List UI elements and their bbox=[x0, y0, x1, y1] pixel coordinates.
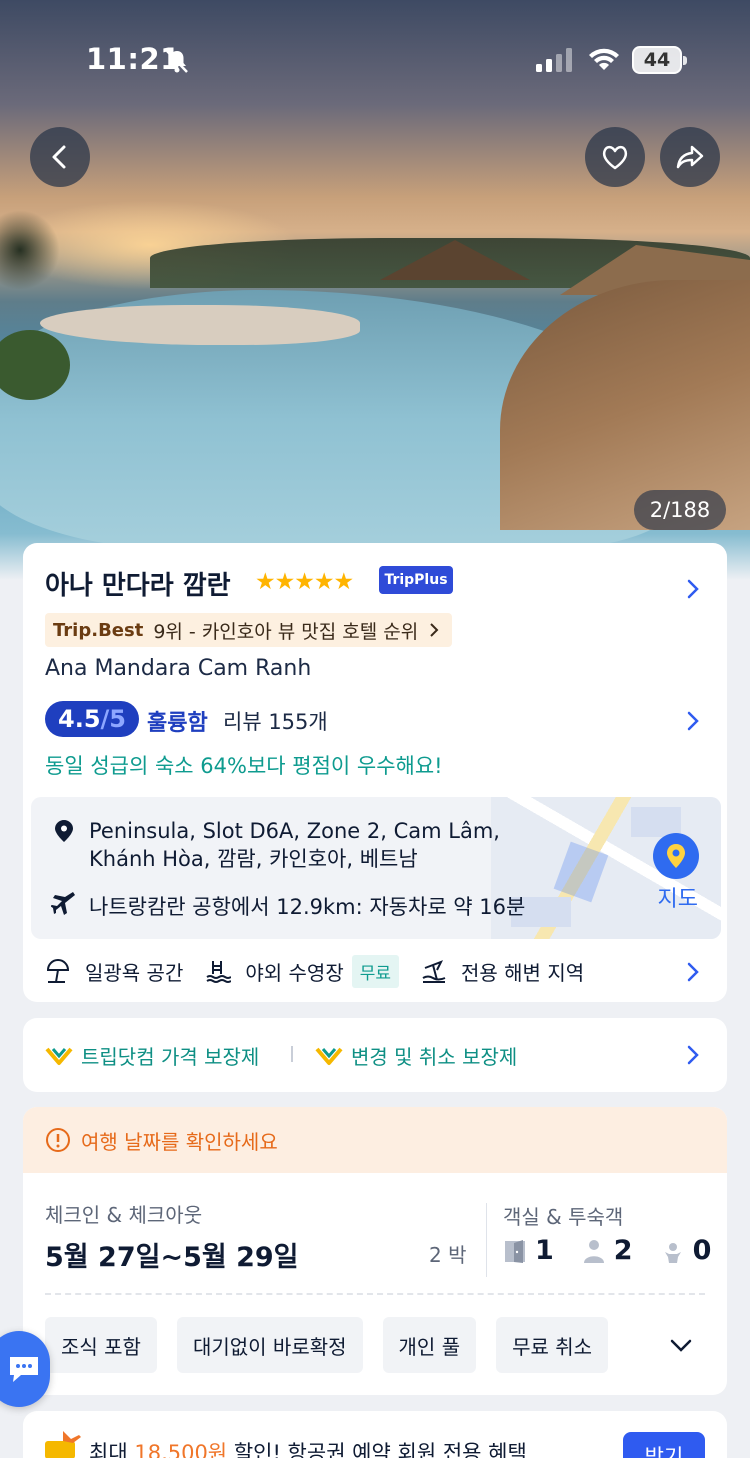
filter-chips: 조식 포함 대기없이 바로확정 개인 풀 무료 취소 bbox=[45, 1317, 628, 1373]
child-icon bbox=[664, 1242, 681, 1263]
children-value: 0 bbox=[692, 1235, 712, 1266]
rating-max: /5 bbox=[100, 705, 126, 733]
alert-circle-icon bbox=[46, 1128, 70, 1152]
amenity-label: 전용 해변 지역 bbox=[461, 960, 585, 985]
heart-icon bbox=[602, 145, 628, 170]
filter-chip[interactable]: 조식 포함 bbox=[45, 1317, 157, 1373]
filter-chip[interactable]: 개인 풀 bbox=[382, 1317, 477, 1373]
adults-count: 2 bbox=[582, 1235, 633, 1266]
divider bbox=[291, 1046, 293, 1062]
nights-count: 2 박 bbox=[429, 1243, 467, 1267]
heart-check-icon bbox=[315, 1047, 343, 1065]
location-pin-icon bbox=[667, 844, 685, 868]
booking-card: 여행 날짜를 확인하세요 체크인 & 체크아웃 5월 27일~5월 29일 2 … bbox=[23, 1107, 727, 1395]
price-guarantee-label: 트립닷컴 가격 보장제 bbox=[81, 1045, 260, 1069]
hotel-address: Peninsula, Slot D6A, Zone 2, Cam Lâm, Kh… bbox=[89, 819, 500, 871]
rating-score[interactable]: 4.5/5 bbox=[45, 701, 139, 737]
bell-muted-icon bbox=[166, 50, 188, 73]
date-selector[interactable]: 5월 27일~5월 29일 bbox=[45, 1235, 299, 1274]
plane-coupon-icon bbox=[45, 1431, 81, 1458]
hotel-english-name: Ana Mandara Cam Ranh bbox=[45, 656, 312, 681]
chevron-right-icon[interactable] bbox=[685, 709, 701, 733]
palm-tree bbox=[0, 210, 60, 290]
checkin-label: 체크인 & 체크아웃 bbox=[45, 1203, 203, 1227]
divider bbox=[45, 1293, 705, 1295]
promo-text: 최대 18,500원 할인! 항공권 예약 회원 전용 혜택 bbox=[89, 1437, 527, 1458]
filter-chip[interactable]: 무료 취소 bbox=[496, 1317, 609, 1373]
umbrella-icon bbox=[46, 959, 70, 983]
rating-label: 훌륭함 bbox=[147, 711, 208, 736]
guest-selector[interactable]: 1 2 0 bbox=[503, 1235, 727, 1266]
chevron-right-icon bbox=[430, 623, 439, 637]
warning-text: 여행 날짜를 확인하세요 bbox=[81, 1129, 278, 1154]
get-coupon-button[interactable]: 받기 bbox=[623, 1432, 705, 1458]
cancel-guarantee-label: 변경 및 취소 보장제 bbox=[351, 1045, 518, 1069]
amenity-item: 야외 수영장 무료 bbox=[205, 954, 399, 988]
map-label[interactable]: 지도 bbox=[658, 881, 698, 913]
amenity-item: 전용 해변 지역 bbox=[421, 957, 584, 986]
star-rating: ★★★★★ bbox=[255, 569, 354, 595]
heart-check-icon bbox=[45, 1047, 73, 1065]
rooms-value: 1 bbox=[535, 1235, 554, 1266]
review-count[interactable]: 리뷰 155개 bbox=[223, 706, 328, 736]
airplane-icon bbox=[51, 892, 75, 915]
beach-icon bbox=[422, 960, 446, 983]
amenity-item: 일광욕 공간 bbox=[45, 957, 183, 986]
date-warning: 여행 날짜를 확인하세요 bbox=[23, 1107, 727, 1173]
amenity-label: 일광욕 공간 bbox=[85, 960, 184, 985]
chat-bubble-icon bbox=[10, 1357, 38, 1382]
pool-icon bbox=[206, 961, 232, 983]
hotel-info-card: 아나 만다라 깜란 ★★★★★ TripPlus Trip.Best 9위 - … bbox=[23, 543, 727, 1002]
trip-best-logo: Trip.Best bbox=[53, 619, 144, 641]
chevron-right-icon[interactable] bbox=[685, 1043, 701, 1067]
share-arrow-icon bbox=[676, 145, 704, 169]
divider bbox=[486, 1203, 487, 1277]
rooms-count: 1 bbox=[503, 1235, 554, 1266]
chevron-right-icon[interactable] bbox=[685, 577, 701, 601]
promo-suffix: 할인! 항공권 예약 회원 전용 혜택 bbox=[227, 1441, 527, 1458]
hotel-photo[interactable] bbox=[0, 0, 750, 580]
adult-icon bbox=[583, 1239, 604, 1263]
promo-prefix: 최대 bbox=[89, 1441, 135, 1458]
children-count: 0 bbox=[661, 1235, 712, 1266]
guarantee-card[interactable]: 트립닷컴 가격 보장제 변경 및 취소 보장제 bbox=[23, 1018, 727, 1092]
cellular-signal-icon bbox=[536, 48, 572, 72]
rating-value: 4.5 bbox=[58, 705, 101, 733]
door-icon bbox=[505, 1239, 525, 1263]
cancel-guarantee[interactable]: 변경 및 취소 보장제 bbox=[315, 1041, 517, 1070]
back-button[interactable] bbox=[30, 127, 90, 187]
chat-button[interactable] bbox=[0, 1331, 50, 1407]
adults-value: 2 bbox=[613, 1235, 633, 1266]
promo-card: 최대 18,500원 할인! 항공권 예약 회원 전용 혜택 받기 bbox=[23, 1411, 727, 1458]
hotel-name: 아나 만다라 깜란 bbox=[45, 571, 231, 601]
free-tag: 무료 bbox=[351, 954, 399, 988]
photo-counter[interactable]: 2/188 bbox=[634, 490, 726, 530]
guests-label: 객실 & 투숙객 bbox=[503, 1205, 624, 1229]
price-guarantee[interactable]: 트립닷컴 가격 보장제 bbox=[45, 1041, 259, 1070]
share-button[interactable] bbox=[660, 127, 720, 187]
tripplus-badge: TripPlus bbox=[379, 566, 453, 594]
chevron-left-icon bbox=[52, 145, 66, 169]
location-box[interactable]: 지도 Peninsula, Slot D6A, Zone 2, Cam Lâm,… bbox=[31, 797, 721, 939]
airport-distance: 나트랑캄란 공항에서 12.9km: 자동차로 약 16분 bbox=[89, 895, 526, 919]
chevron-down-icon[interactable] bbox=[669, 1336, 693, 1354]
rating-comparison: 동일 성급의 숙소 64%보다 평점이 우수해요! bbox=[45, 754, 443, 778]
map-pin-button[interactable] bbox=[653, 833, 699, 879]
battery-indicator: 44 bbox=[632, 46, 687, 74]
amenity-label: 야외 수영장 bbox=[245, 960, 344, 985]
trip-best-rank: 9위 - 카인호아 뷰 맛집 호텔 순위 bbox=[153, 620, 419, 643]
location-pin-icon bbox=[55, 820, 73, 842]
favorite-button[interactable] bbox=[585, 127, 645, 187]
trip-best-ranking[interactable]: Trip.Best 9위 - 카인호아 뷰 맛집 호텔 순위 bbox=[45, 613, 453, 647]
chevron-right-icon[interactable] bbox=[685, 960, 701, 984]
wifi-icon bbox=[589, 48, 619, 70]
promo-amount: 18,500원 bbox=[134, 1441, 228, 1458]
filter-chip[interactable]: 대기없이 바로확정 bbox=[176, 1317, 363, 1373]
amenities-row[interactable]: 일광욕 공간 야외 수영장 무료 전용 해변 지역 bbox=[45, 953, 606, 989]
